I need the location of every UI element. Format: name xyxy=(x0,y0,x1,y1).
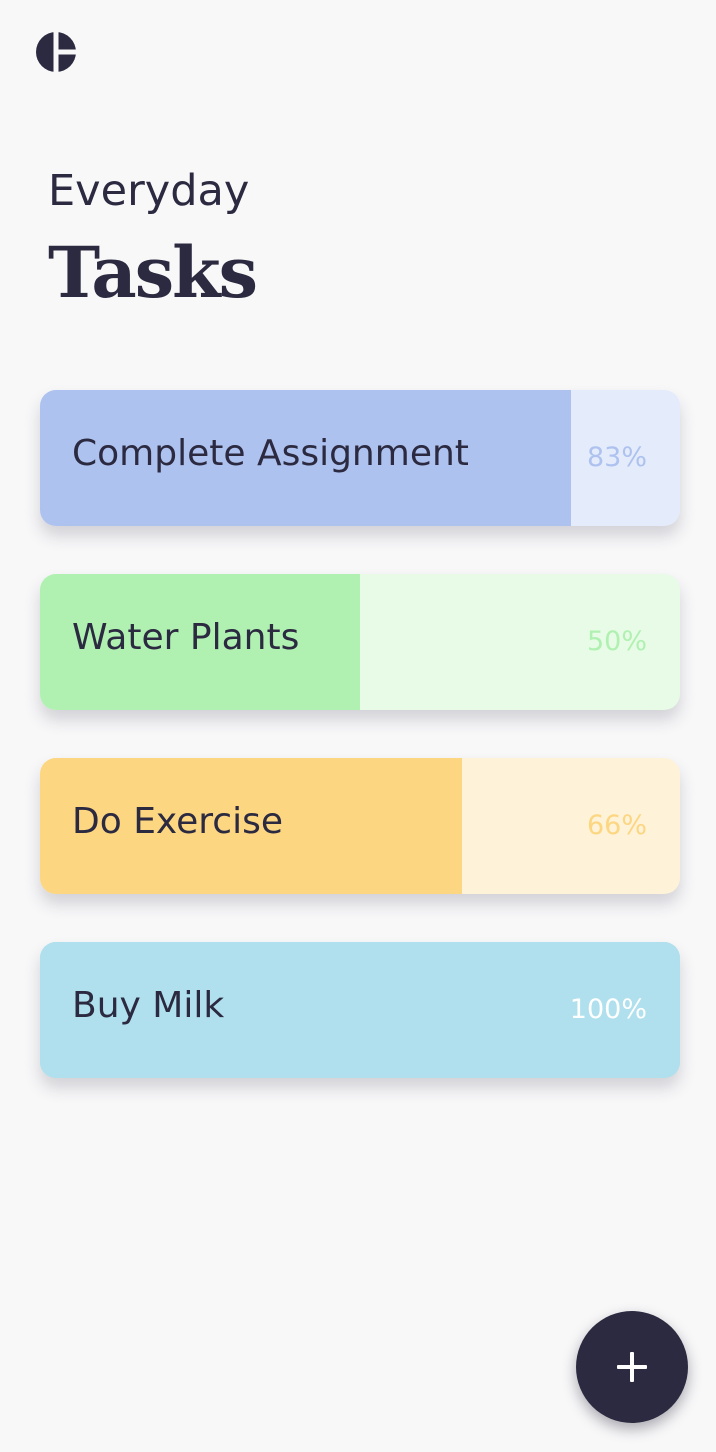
app-logo-icon xyxy=(36,31,77,73)
task-name: Do Exercise xyxy=(72,801,283,842)
task-card[interactable]: Buy Milk 100% xyxy=(40,942,680,1078)
add-task-button[interactable] xyxy=(576,1311,688,1423)
task-card[interactable]: Water Plants 50% xyxy=(40,574,680,710)
page-subtitle: Everyday xyxy=(48,166,250,216)
task-list: Complete Assignment 83% Water Plants 50%… xyxy=(40,390,680,1126)
task-percent: 66% xyxy=(586,810,647,841)
task-name: Water Plants xyxy=(72,617,300,658)
page-title: Tasks xyxy=(48,231,258,314)
task-percent: 50% xyxy=(586,626,647,657)
task-percent: 83% xyxy=(586,442,647,473)
task-percent: 100% xyxy=(569,994,647,1025)
task-card[interactable]: Complete Assignment 83% xyxy=(40,390,680,526)
task-name: Complete Assignment xyxy=(72,433,469,474)
task-name: Buy Milk xyxy=(72,985,225,1026)
task-card[interactable]: Do Exercise 66% xyxy=(40,758,680,894)
plus-icon xyxy=(617,1352,647,1382)
